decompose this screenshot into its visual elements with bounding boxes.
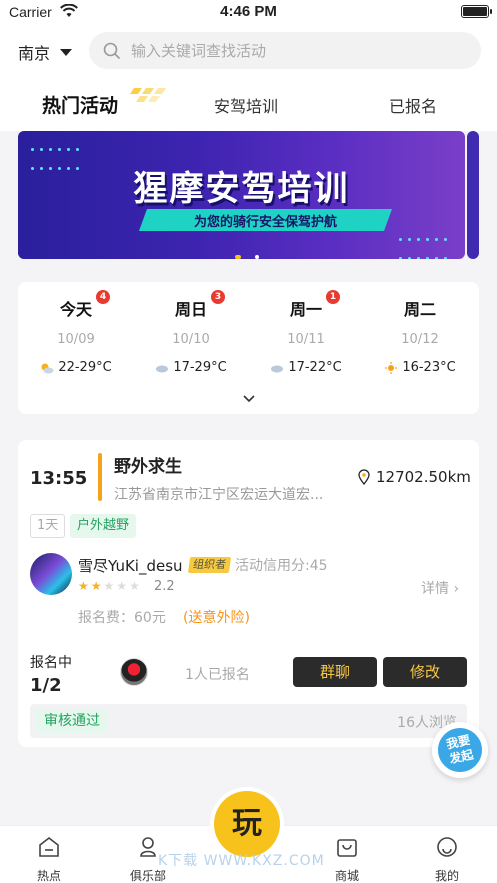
city-label: 南京 <box>18 44 51 63</box>
star-icon: ★ <box>90 579 102 593</box>
partly-cloudy-icon <box>41 363 54 373</box>
tab-registered[interactable]: 已报名 <box>389 93 437 117</box>
tabbar-item-profile[interactable]: 我的 <box>412 834 482 883</box>
organizer-avatar[interactable] <box>30 553 72 595</box>
insurance-note: (送意外险) <box>183 610 250 626</box>
banner-subtitle: 为您的骑行安全保驾护航 <box>193 215 337 230</box>
organizer-name: 雪尽YuKi_desu <box>78 557 183 575</box>
day-temperature: 17-22°C <box>288 360 342 375</box>
category-tag: 户外越野 <box>70 514 137 538</box>
status-bar: Carrier 4:46 PM <box>0 0 497 26</box>
day-item-sunday[interactable]: 周日 3 10/10 17-29°C <box>141 290 241 375</box>
battery-icon <box>461 5 492 18</box>
cloudy-icon <box>156 365 169 372</box>
day-temperature: 17-29°C <box>173 360 227 375</box>
day-name: 周日 <box>174 300 207 319</box>
day-temperature: 22-29°C <box>58 360 112 375</box>
category-tabs: 热门活动 安驾培训 已报名 <box>0 76 497 131</box>
activity-card[interactable]: 13:55 野外求生 江苏省南京市江宁区宏运大道宏... 12702.50km … <box>18 440 479 747</box>
profile-icon <box>437 837 457 857</box>
day-name: 周二 <box>403 300 436 319</box>
home-icon <box>39 836 59 857</box>
participant-avatar[interactable] <box>120 658 148 686</box>
create-activity-button[interactable]: 我要 发起 <box>432 722 488 778</box>
distance: 12702.50km <box>358 468 471 486</box>
star-icon: ★ <box>103 579 115 593</box>
accent-divider <box>98 453 102 501</box>
distance-value: 12702.50km <box>376 468 471 486</box>
search-icon <box>103 42 121 59</box>
day-item-monday[interactable]: 周一 1 10/11 17-22°C <box>256 290 356 375</box>
activity-address: 江苏省南京市江宁区宏运大道宏... <box>114 487 324 503</box>
sunny-icon <box>385 361 398 374</box>
activity-count-badge: 4 <box>96 290 110 304</box>
carousel-indicator <box>255 255 259 259</box>
shop-icon <box>337 839 357 857</box>
organizer-role-badge: 组织者 <box>187 557 232 573</box>
activity-time: 13:55 <box>30 468 88 489</box>
active-tab-decoration <box>130 88 166 102</box>
tabbar-item-hot[interactable]: 热点 <box>14 834 84 883</box>
duration-tag: 1天 <box>30 514 66 538</box>
date-weather-strip: 今天 4 10/09 22-29°C 周日 3 10/10 17-29°C 周一 1 … <box>18 282 479 414</box>
review-status-tag: 审核通过 <box>36 709 108 733</box>
search-input[interactable] <box>131 41 431 60</box>
top-bar: 南京 <box>0 26 497 76</box>
registration-fee: 报名费：60元 <box>78 610 166 626</box>
promo-banner[interactable]: 猩摩安驾培训 为您的骑行安全保驾护航 <box>18 131 465 259</box>
review-status-bar: 审核通过 16人浏览 <box>30 704 467 738</box>
day-date: 10/09 <box>57 332 95 347</box>
rating-stars: ★ ★ ★ ★ ★ <box>78 579 140 593</box>
edit-button[interactable]: 修改 <box>383 657 467 687</box>
day-date: 10/12 <box>401 332 439 347</box>
star-icon: ★ <box>78 579 89 593</box>
credit-score: 活动信用分:45 <box>235 558 328 574</box>
activity-count-badge: 3 <box>211 290 225 304</box>
tabbar-item-play[interactable]: 玩 <box>214 791 280 857</box>
search-box[interactable] <box>89 32 481 69</box>
location-pin-icon <box>358 469 370 485</box>
registration-status: 报名中 <box>30 655 72 671</box>
star-icon: ★ <box>129 579 140 593</box>
day-date: 10/11 <box>287 332 325 347</box>
activity-title: 野外求生 <box>114 457 182 477</box>
carousel-indicator-active <box>235 255 241 259</box>
next-banner-peek[interactable] <box>467 131 479 259</box>
day-name: 周一 <box>289 300 322 319</box>
banner-decoration <box>396 229 450 259</box>
rating-value: 2.2 <box>154 579 175 594</box>
watermark-text: K下载 WWW.KXZ.COM <box>158 853 325 869</box>
activity-count-badge: 1 <box>326 290 340 304</box>
day-name: 今天 <box>59 300 92 319</box>
city-selector[interactable]: 南京 <box>18 40 73 64</box>
group-chat-button[interactable]: 群聊 <box>293 657 377 687</box>
day-item-tuesday[interactable]: 周二 10/12 16-23°C <box>370 296 470 375</box>
caret-down-icon <box>60 48 73 56</box>
day-date: 10/10 <box>172 332 210 347</box>
chevron-down-icon[interactable] <box>242 394 256 404</box>
day-item-today[interactable]: 今天 4 10/09 22-29°C <box>26 290 126 375</box>
cloudy-icon <box>271 365 284 372</box>
tab-safe-driving[interactable]: 安驾培训 <box>214 93 278 117</box>
participant-count: 1/2 <box>30 675 62 696</box>
tab-hot-activities[interactable]: 热门活动 <box>42 91 118 118</box>
tabbar-label: 热点 <box>36 869 61 883</box>
details-link[interactable]: 详情 › <box>421 578 459 598</box>
banner-title: 猩摩安驾培训 <box>133 169 350 209</box>
star-icon: ★ <box>116 579 128 593</box>
signed-up-count: 1人已报名 <box>185 667 250 683</box>
clock: 4:46 PM <box>220 3 277 20</box>
tabbar-label: 我的 <box>434 869 459 883</box>
day-temperature: 16-23°C <box>402 360 456 375</box>
